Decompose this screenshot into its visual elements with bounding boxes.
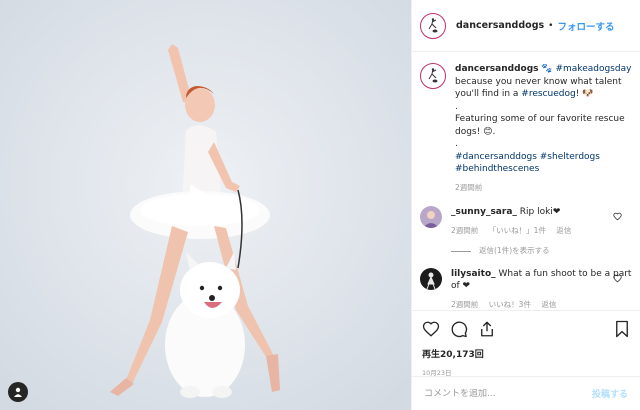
comment-likes[interactable]: いいね！3件 <box>489 300 531 309</box>
user-tag-icon <box>14 387 22 397</box>
caption-time: 2週間前 <box>455 182 632 195</box>
replies-divider <box>451 250 471 252</box>
caption-hashtags[interactable]: #dancersanddogs #shelterdogs #behindthes… <box>455 151 632 176</box>
comment-input[interactable] <box>424 388 592 399</box>
header-separator: • <box>548 20 554 31</box>
view-replies[interactable]: 返信(1件)を表示する <box>451 245 632 258</box>
comment-meta: 2週間前 いいね！3件 返信 <box>451 299 632 309</box>
comments-list[interactable]: dancersanddogs 🐾 #makeadogsday because y… <box>412 53 640 308</box>
comment-item: lilysaito_ What a fun shoot to be a part… <box>420 267 632 309</box>
user-tag-button[interactable] <box>8 382 28 402</box>
comment-item: _sunny_sara_ Rip loki❤ 2週間前 「いいね！」1件 返信 … <box>420 206 632 258</box>
author-avatar[interactable] <box>420 12 446 39</box>
comment-body: _sunny_sara_ Rip loki❤ 2週間前 「いいね！」1件 返信 … <box>451 206 632 258</box>
reply-button[interactable]: 返信 <box>541 300 556 309</box>
comment-meta: 2週間前 「いいね！」1件 返信 <box>451 225 632 238</box>
play-icon <box>190 184 226 228</box>
avatar-photo-icon <box>420 206 442 228</box>
commenter-avatar[interactable] <box>420 267 442 290</box>
hashtag-makeadogsday[interactable]: #makeadogsday <box>555 64 631 74</box>
post-comment-button[interactable]: 投稿する <box>592 387 628 400</box>
post-header: dancersanddogs • フォローする <box>412 0 640 52</box>
comment-likes[interactable]: 「いいね！」1件 <box>489 226 546 235</box>
dancer-logo-icon <box>428 68 438 83</box>
heart-icon[interactable] <box>422 320 440 338</box>
comment-username[interactable]: lilysaito_ <box>451 269 496 279</box>
caption: dancersanddogs 🐾 #makeadogsday because y… <box>420 63 632 194</box>
commenter-avatar[interactable] <box>420 206 442 228</box>
hashtag-rescuedog[interactable]: #rescuedog <box>521 89 575 99</box>
caption-body: dancersanddogs 🐾 #makeadogsday because y… <box>455 63 632 194</box>
play-button[interactable] <box>176 178 232 234</box>
post-actions: 再生20,173回 10月23日 <box>412 310 640 377</box>
caption-dot2: . <box>455 139 458 149</box>
like-comment-heart-icon[interactable] <box>613 274 622 283</box>
caption-username[interactable]: dancersanddogs <box>455 64 539 74</box>
view-count[interactable]: 再生20,173回 <box>422 347 630 360</box>
view-replies-label[interactable]: 返信(1件)を表示する <box>479 245 550 258</box>
comment-username[interactable]: _sunny_sara_ <box>451 207 517 217</box>
caption-time-text: 2週間前 <box>455 182 483 192</box>
comment-time: 2週間前 <box>451 299 479 309</box>
like-comment-heart-icon[interactable] <box>613 212 622 221</box>
share-icon[interactable] <box>478 320 496 338</box>
bookmark-icon[interactable] <box>614 320 630 338</box>
caption-emoji: 🐾 <box>541 64 553 74</box>
comment-composer: 投稿する <box>412 376 640 410</box>
avatar-photo-icon <box>420 267 442 290</box>
post-side-panel: dancersanddogs • フォローする dancersanddogs 🐾… <box>411 0 640 410</box>
caption-line1-end: ! 🐶 <box>575 89 594 99</box>
author-username[interactable]: dancersanddogs <box>456 20 544 31</box>
dancer-logo-icon <box>428 17 438 32</box>
caption-avatar[interactable] <box>420 63 446 89</box>
comment-body: lilysaito_ What a fun shoot to be a part… <box>451 268 632 309</box>
caption-dot1: . <box>455 101 458 112</box>
reply-button[interactable]: 返信 <box>556 226 571 235</box>
action-buttons <box>422 318 630 340</box>
post-video[interactable] <box>0 0 411 410</box>
comment-icon[interactable] <box>450 320 468 338</box>
comment-time: 2週間前 <box>451 225 479 235</box>
comment-text: Rip loki❤ <box>519 207 561 217</box>
follow-button[interactable]: フォローする <box>557 19 614 33</box>
caption-line2: Featuring some of our favorite rescue do… <box>455 114 625 137</box>
